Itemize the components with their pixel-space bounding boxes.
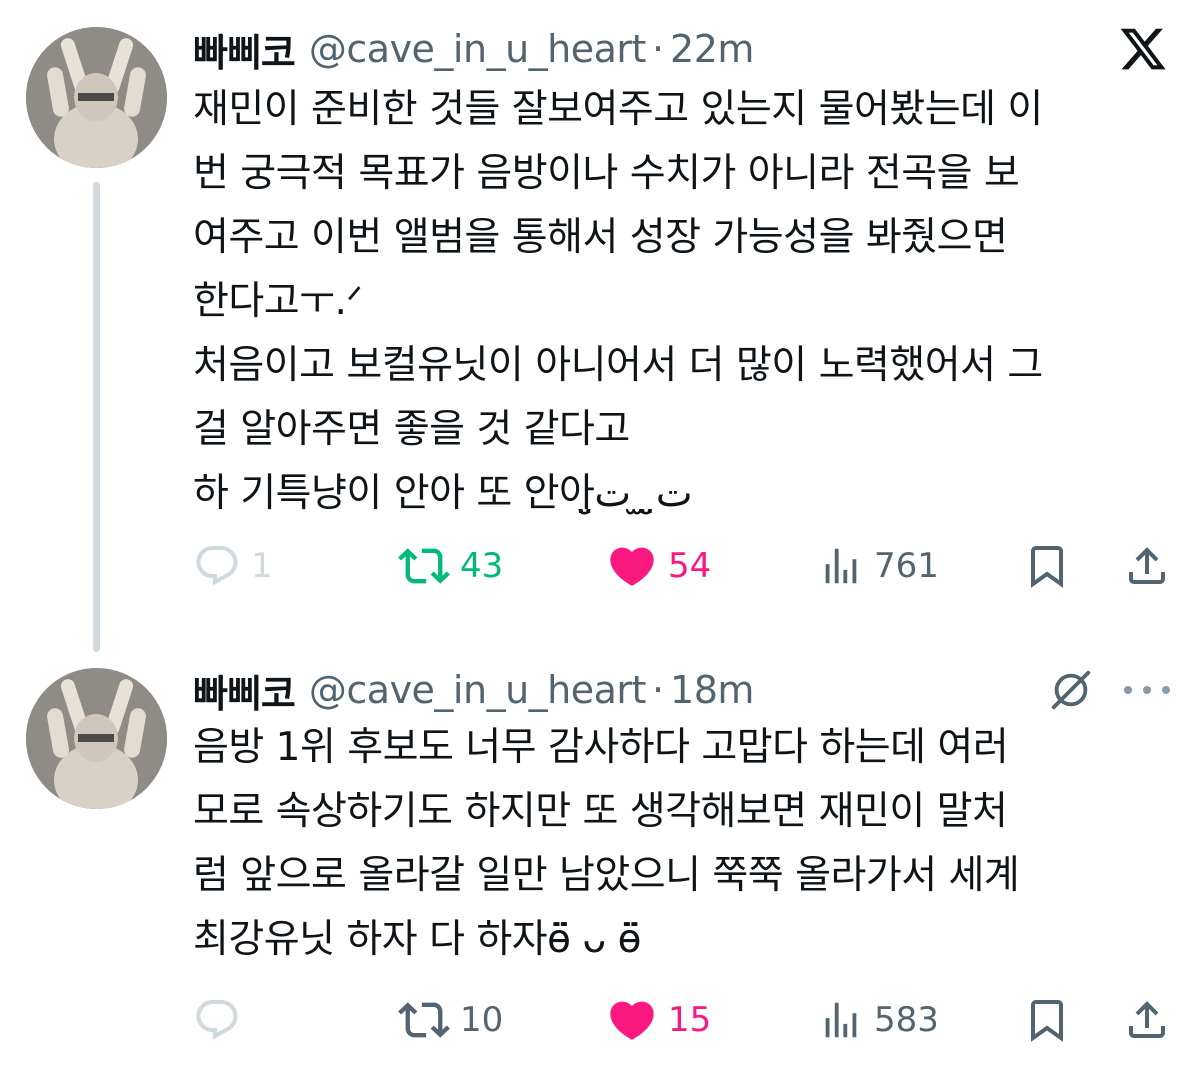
- bookmark-icon: [1031, 1000, 1063, 1042]
- views-button[interactable]: 583: [818, 990, 939, 1050]
- tweet-header: 빠삐코 @cave_in_u_heart · 18m: [193, 663, 754, 718]
- bookmark-button[interactable]: [1023, 536, 1071, 596]
- text-line: 여주고 이번 앨범을 통해서 성장 가능성을 봐줬으면: [193, 215, 1008, 260]
- bookmark-button[interactable]: [1023, 990, 1071, 1050]
- share-button[interactable]: [1123, 990, 1171, 1050]
- more-icon[interactable]: [1124, 675, 1170, 705]
- reply-icon: [196, 1000, 238, 1040]
- tweet[interactable]: 빠삐코 @cave_in_u_heart · 22m 재민이 준비한 것들 잘보…: [0, 0, 1200, 652]
- text-line: 최강유닛 하자 다 하자ӫ̈ ᴗ ӫ̈: [193, 917, 642, 962]
- repost-count: 10: [460, 1000, 504, 1040]
- share-button[interactable]: [1123, 536, 1171, 596]
- like-button[interactable]: 54: [606, 536, 711, 596]
- more-dot: [1162, 686, 1170, 694]
- views-count: 583: [874, 1000, 939, 1040]
- text-line: 번 궁극적 목표가 음방이나 수치가 아니라 전곡을 보: [193, 151, 1020, 196]
- grok-icon[interactable]: [1048, 667, 1094, 713]
- separator: ·: [651, 668, 665, 712]
- text-line: 재민이 준비한 것들 잘보여주고 있는지 물어봤는데 이: [193, 87, 1043, 132]
- reply-count: 1: [251, 546, 273, 586]
- more-dot: [1124, 686, 1132, 694]
- text-line: 럼 앞으로 올라갈 일만 남았으니 쭉쭉 올라가서 세계: [193, 853, 1020, 898]
- tweet[interactable]: 빠삐코 @cave_in_u_heart · 18m 음방 1위 후보도 너무 …: [0, 640, 1200, 1079]
- reply-button[interactable]: 1: [193, 536, 273, 596]
- user-handle[interactable]: @cave_in_u_heart: [309, 27, 647, 71]
- timestamp[interactable]: 18m: [670, 668, 754, 712]
- action-bar: 10 15 583: [193, 990, 1178, 1050]
- text-line: 모로 속상하기도 하지만 또 생각해보면 재민이 말처: [193, 789, 1008, 834]
- text-line: 하 기특냥이 안아 또 안아ت̤̮ ̫ ت̤̮: [193, 471, 693, 516]
- thread-connector: [93, 182, 100, 652]
- user-handle[interactable]: @cave_in_u_heart: [309, 668, 647, 712]
- views-icon: [825, 1002, 857, 1038]
- heart-icon: [610, 1001, 654, 1040]
- separator: ·: [651, 27, 665, 71]
- heart-icon: [610, 547, 654, 586]
- tweet-header: 빠삐코 @cave_in_u_heart · 22m: [193, 22, 754, 77]
- like-count: 15: [668, 1000, 712, 1040]
- tweet-text: 음방 1위 후보도 너무 감사하다 고맙다 하는데 여러 모로 속상하기도 하지…: [193, 716, 1178, 972]
- repost-icon: [398, 548, 450, 584]
- views-count: 761: [874, 546, 939, 586]
- repost-button[interactable]: 43: [398, 536, 503, 596]
- share-icon: [1129, 1001, 1165, 1038]
- tweet-text: 재민이 준비한 것들 잘보여주고 있는지 물어봤는데 이 번 궁극적 목표가 음…: [193, 78, 1178, 526]
- share-icon: [1129, 547, 1165, 584]
- text-line: 걸 알아주면 좋을 것 같다고: [193, 407, 630, 452]
- avatar[interactable]: [26, 668, 167, 809]
- timestamp[interactable]: 22m: [670, 27, 754, 71]
- like-count: 54: [668, 546, 712, 586]
- text-line: 처음이고 보컬유닛이 아니어서 더 많이 노력했어서 그: [193, 343, 1043, 388]
- like-button[interactable]: 15: [606, 990, 711, 1050]
- display-name[interactable]: 빠삐코: [193, 663, 296, 718]
- reply-icon: [196, 546, 238, 586]
- avatar[interactable]: [26, 27, 167, 168]
- views-icon: [825, 548, 857, 584]
- display-name[interactable]: 빠삐코: [193, 22, 296, 77]
- repost-count: 43: [460, 546, 504, 586]
- reply-button[interactable]: [193, 990, 251, 1050]
- text-line: 음방 1위 후보도 너무 감사하다 고맙다 하는데 여러: [193, 725, 1009, 770]
- x-logo-icon: [1120, 28, 1166, 70]
- repost-button[interactable]: 10: [398, 990, 503, 1050]
- repost-icon: [398, 1002, 450, 1038]
- text-line: 한다고ㅜ.ᐟ: [193, 279, 363, 324]
- views-button[interactable]: 761: [818, 536, 939, 596]
- more-dot: [1143, 686, 1151, 694]
- action-bar: 1 43 54 761: [193, 536, 1178, 596]
- bookmark-icon: [1031, 546, 1063, 588]
